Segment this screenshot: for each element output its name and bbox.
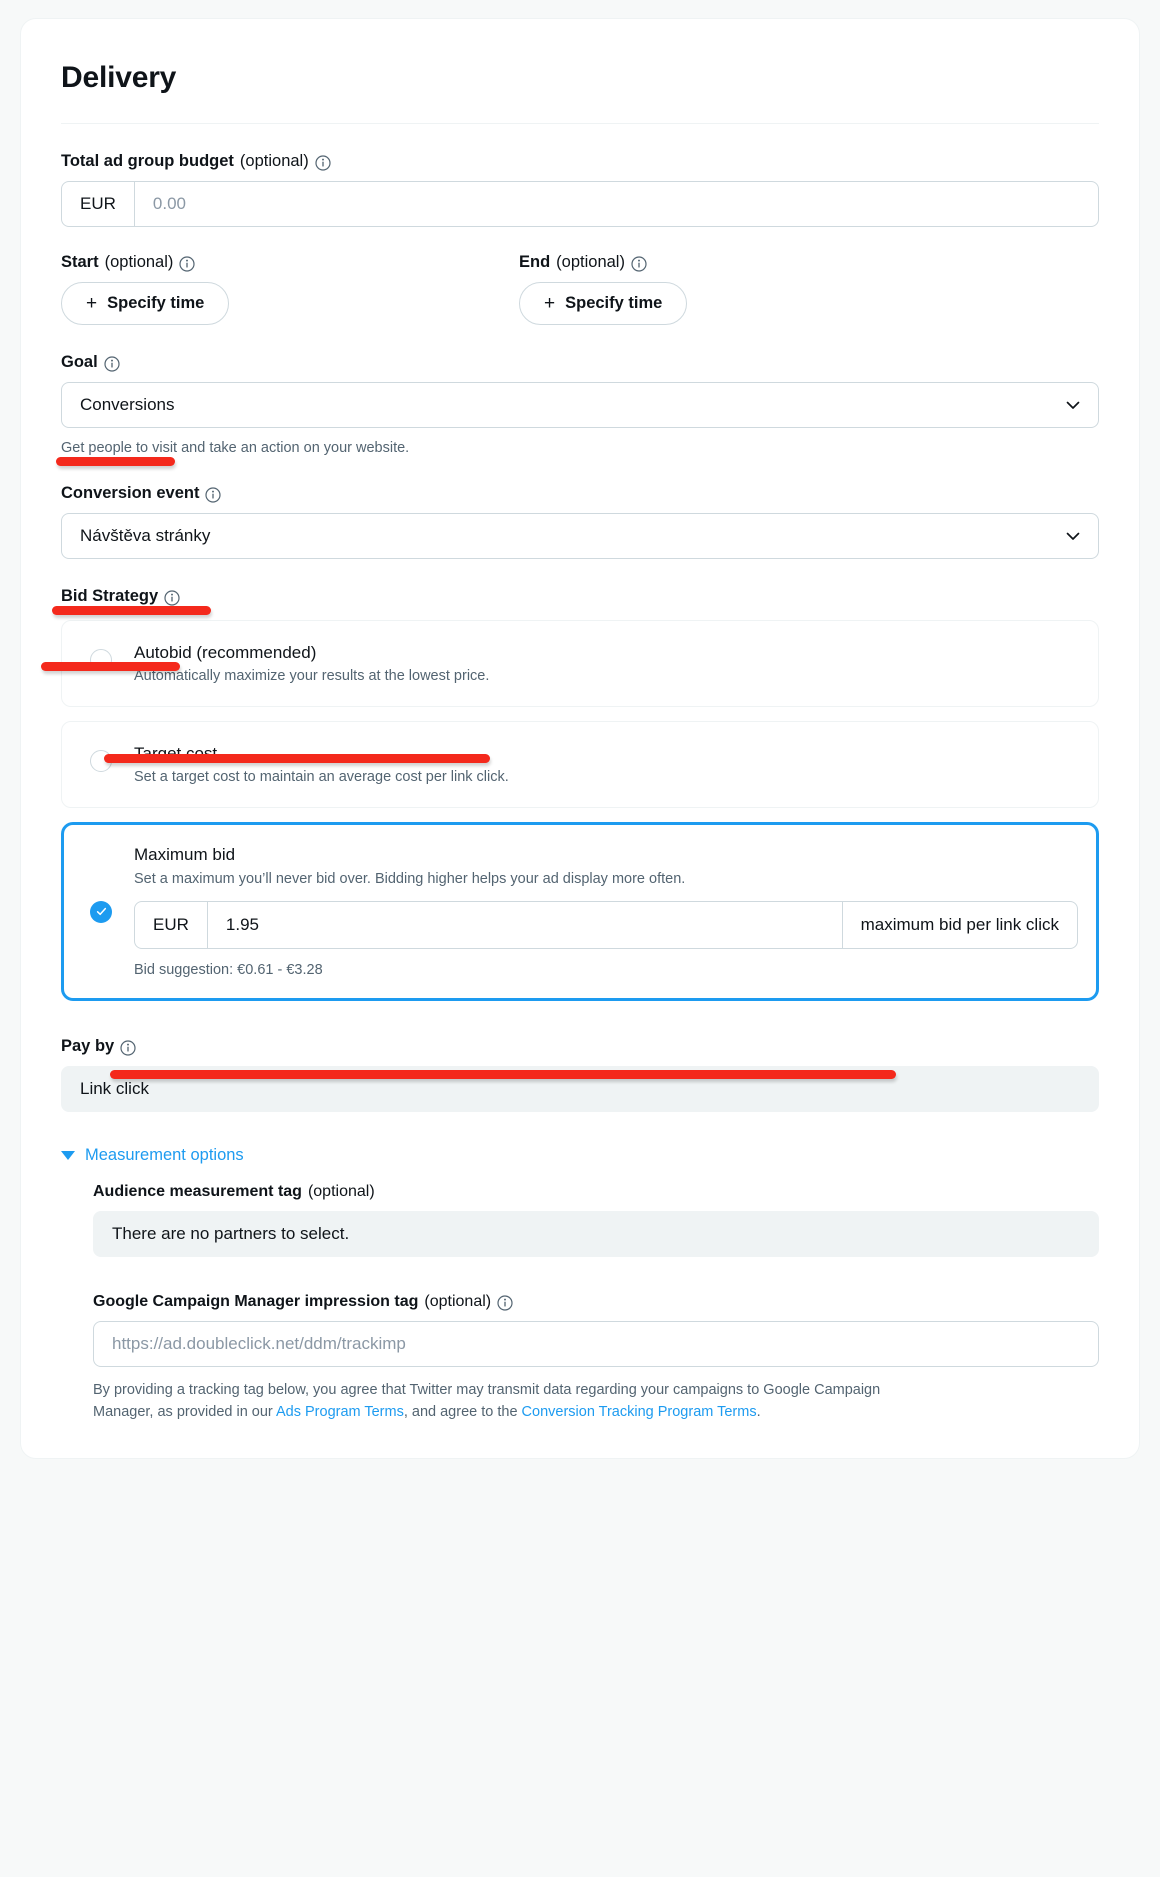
maximum-bid-input-group[interactable]: EUR 1.95 maximum bid per link click [134,901,1078,949]
radio-maximum-bid[interactable] [90,900,112,923]
measurement-options-label: Measurement options [85,1146,244,1164]
pay-by-label-text: Pay by [61,1037,115,1055]
end-optional: (optional) [556,253,625,271]
bid-option-autobid-desc: Automatically maximize your results at t… [134,668,490,684]
radio-target-cost[interactable] [90,750,112,772]
legal-part-3: . [756,1403,761,1420]
audience-tag-label: Audience measurement tag (optional) [93,1183,1099,1201]
gcm-tag-label: Google Campaign Manager impression tag (… [93,1293,1099,1311]
measurement-legal-text: By providing a tracking tag below, you a… [93,1380,893,1424]
maximum-bid-suffix: maximum bid per link click [841,902,1077,948]
info-icon[interactable] [205,486,222,503]
measurement-options-toggle[interactable]: Measurement options [61,1146,1099,1165]
start-label: Start (optional) [61,253,519,272]
currency-prefix: EUR [62,182,135,226]
schedule-section: Start (optional) + Specify time End (opt… [61,253,1099,325]
total-budget-input-group[interactable]: EUR 0.00 [61,181,1099,227]
conversion-event-select[interactable]: Návštěva stránky [61,513,1099,559]
end-specify-time-button[interactable]: + Specify time [519,282,688,325]
ads-program-terms-link[interactable]: Ads Program Terms [276,1404,404,1420]
chevron-down-icon [1064,396,1082,414]
goal-value: Conversions [80,395,175,414]
bid-strategy-section: Bid Strategy Autobid (recommended) Autom… [61,587,1099,1001]
title-divider [61,123,1099,124]
goal-help-text: Get people to visit and take an action o… [61,440,410,456]
caret-down-icon [61,1151,75,1160]
info-icon[interactable] [497,1295,513,1311]
maximum-bid-input[interactable]: 1.95 [208,902,842,948]
total-budget-input[interactable]: 0.00 [135,182,1098,226]
conversion-event-label: Conversion event [61,484,1099,503]
conversion-event-label-text: Conversion event [61,484,200,502]
start-label-text: Start [61,253,99,271]
total-budget-optional: (optional) [239,152,309,170]
info-icon[interactable] [315,154,331,171]
total-budget-label: Total ad group budget (optional) [61,152,1099,171]
conversion-event-section: Conversion event Návštěva stránky [61,484,1099,559]
goal-label-text: Goal [61,353,98,371]
bid-option-autobid[interactable]: Autobid (recommended) Automatically maxi… [61,620,1099,707]
bid-option-maximum-bid-desc: Set a maximum you’ll never bid over. Bid… [134,871,686,887]
bid-option-maximum-bid[interactable]: Maximum bid Set a maximum you’ll never b… [61,822,1099,1001]
end-label-text: End [519,253,551,271]
audience-tag-value: There are no partners to select. [93,1211,1099,1257]
info-icon[interactable] [631,255,647,272]
maximum-bid-currency: EUR [135,902,208,948]
audience-tag-optional: (optional) [307,1183,375,1200]
bid-strategy-label-text: Bid Strategy [61,587,159,605]
end-field: End (optional) + Specify time [519,253,977,325]
goal-section: Goal Conversions Get people to visit and… [61,353,1099,456]
pay-by-section: Pay by Link click [61,1037,1099,1112]
gcm-tag-input[interactable]: https://ad.doubleclick.net/ddm/trackimp [93,1321,1099,1367]
pay-by-value: Link click [61,1066,1099,1112]
bid-strategy-label: Bid Strategy [61,587,1099,606]
info-icon[interactable] [179,255,195,272]
info-icon[interactable] [104,355,120,372]
page-title: Delivery [61,61,177,94]
delivery-page: Delivery Total ad group budget (optional… [0,0,1160,1477]
start-specify-time-button[interactable]: + Specify time [61,282,230,325]
end-specify-time-label: Specify time [565,294,663,312]
bid-option-maximum-bid-title: Maximum bid [134,845,236,864]
bid-option-target-cost[interactable]: Target cost Set a target cost to maintai… [61,721,1099,808]
legal-part-2: , and agree to the [403,1403,522,1420]
pay-by-label: Pay by [61,1037,1099,1056]
start-field: Start (optional) + Specify time [61,253,519,325]
measurement-options-body: Audience measurement tag (optional) Ther… [93,1183,1099,1424]
gcm-tag-optional: (optional) [424,1293,492,1310]
gcm-tag-label-text: Google Campaign Manager impression tag [93,1293,419,1310]
end-label: End (optional) [519,253,977,272]
plus-icon: + [544,293,556,314]
bid-suggestion-text: Bid suggestion: €0.61 - €3.28 [134,962,323,978]
goal-select[interactable]: Conversions [61,382,1099,428]
conversion-tracking-terms-link[interactable]: Conversion Tracking Program Terms [522,1404,757,1420]
conversion-event-value: Návštěva stránky [80,526,211,545]
bid-option-target-cost-desc: Set a target cost to maintain an average… [134,769,509,785]
start-specify-time-label: Specify time [107,294,205,312]
delivery-card: Delivery Total ad group budget (optional… [20,18,1140,1459]
radio-autobid[interactable] [90,649,112,671]
bid-option-target-cost-title: Target cost [134,744,218,763]
info-icon[interactable] [120,1039,136,1056]
audience-tag-label-text: Audience measurement tag [93,1183,302,1200]
goal-label: Goal [61,353,1099,372]
info-icon[interactable] [164,589,180,606]
total-budget-section: Total ad group budget (optional) EUR 0.0… [61,152,1099,227]
total-budget-label-text: Total ad group budget [61,152,234,170]
start-optional: (optional) [104,253,174,271]
chevron-down-icon [1064,527,1082,545]
bid-option-autobid-title: Autobid (recommended) [134,643,317,662]
plus-icon: + [86,293,98,314]
